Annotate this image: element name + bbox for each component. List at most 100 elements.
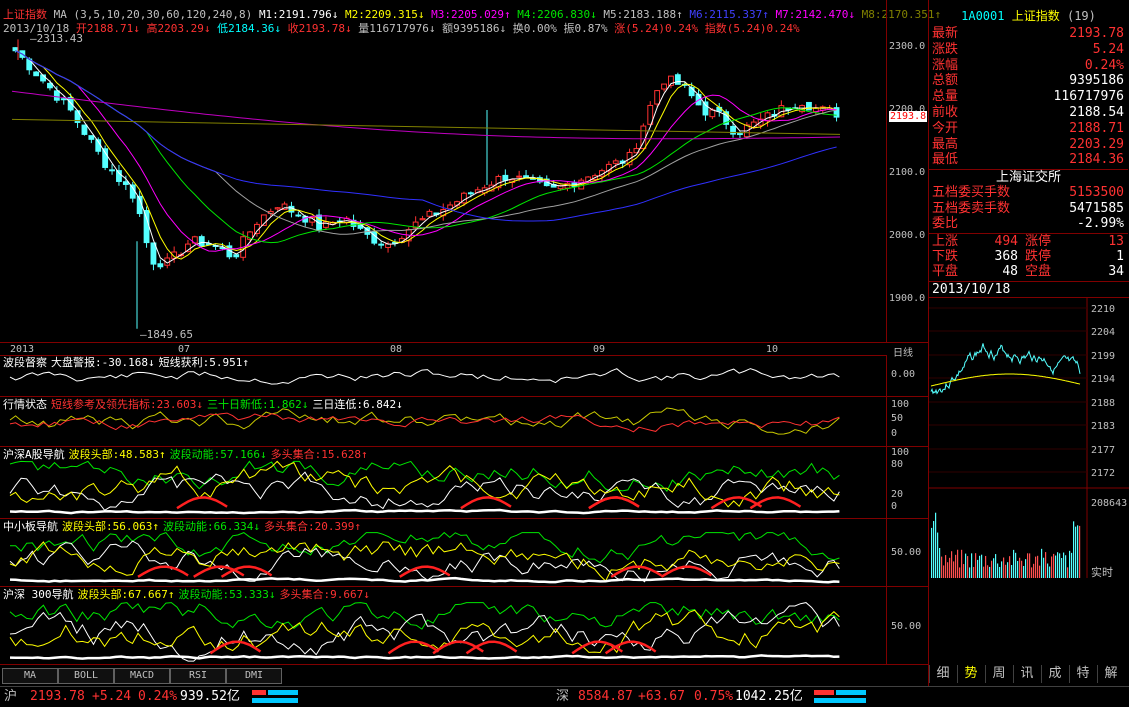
sz-bar <box>814 690 834 695</box>
volume-bar <box>1045 552 1047 578</box>
x-tick: 08 <box>390 344 403 355</box>
volume-bar <box>1067 567 1069 578</box>
volume-bar <box>1051 556 1053 578</box>
candle <box>674 72 681 85</box>
volume-bar <box>949 557 951 578</box>
volume-bar <box>1023 565 1025 578</box>
quote-key: 总量 <box>932 89 959 105</box>
tab-macd[interactable]: MACD <box>114 668 170 684</box>
candle <box>833 103 840 122</box>
avg-line <box>930 373 1081 387</box>
mini-y-tick: 2210 <box>1091 304 1115 315</box>
volume-bar <box>1007 562 1009 578</box>
quote-key: 总额 <box>932 73 959 89</box>
candle <box>157 259 164 270</box>
panel-tab[interactable]: 势 <box>957 665 984 683</box>
quote-key: 今开 <box>932 120 959 136</box>
exchange-name: 上海证交所 <box>929 169 1128 185</box>
candle <box>116 164 122 186</box>
quote-row: 总额 9395186 <box>929 73 1128 88</box>
y-tick: 80 <box>891 459 904 470</box>
price-line <box>930 343 1081 395</box>
volume-bar <box>1029 553 1031 578</box>
quote-value: 2184.36 <box>1069 152 1124 168</box>
indicator-pane[interactable]: 沪深 300导航 波段头部:67.667↑ 波段动能:53.333↓ 多头集合:9.6… <box>0 587 886 665</box>
volume-bar <box>1003 557 1005 578</box>
kline-pane[interactable]: 上证指数 MA (3,5,10,20,30,60,120,240,8) M1:2… <box>0 0 941 356</box>
candle <box>523 170 529 178</box>
panel-tab[interactable]: 解 <box>1097 665 1124 683</box>
quote-value: 9395186 <box>1069 73 1124 89</box>
indicator-plot <box>9 602 840 662</box>
panel-tab[interactable]: 特 <box>1069 665 1096 683</box>
volume-bar <box>1061 558 1063 578</box>
volume-bar <box>1069 550 1071 578</box>
tab-rsi[interactable]: RSI <box>170 668 226 684</box>
indicator-y-axis: 100 50 0 <box>886 397 929 447</box>
breadth-key: 跌停 <box>1025 248 1052 264</box>
volume-bar <box>1065 555 1067 578</box>
volume-bar <box>961 549 963 578</box>
breadth-key: 上涨 <box>932 234 959 249</box>
indicator-y-axis: 50.00 <box>886 519 929 587</box>
candle <box>812 104 819 116</box>
candle <box>53 86 60 104</box>
order-key: 五档委卖手数 <box>932 200 1011 216</box>
mini-vol-label: 208643 <box>1091 498 1127 509</box>
tab-ma[interactable]: MA <box>2 668 58 684</box>
quote-key: 涨跌 <box>932 41 959 57</box>
indicator-pane[interactable]: 波段督察 大盘警报:-30.168↓ 短线获利:5.951↑ <box>0 355 886 397</box>
tab-boll[interactable]: BOLL <box>58 668 114 684</box>
volume-bar <box>931 527 933 578</box>
volume-bar <box>951 551 953 578</box>
indicator-pane[interactable]: 行情状态 短线参考及领先指标:23.603↓ 三十日新低:1.862↓ 三日连低:6.… <box>0 397 886 447</box>
order-value: -2.99% <box>1077 216 1124 231</box>
volume-bar <box>987 565 989 578</box>
breadth-row: 下跌 368 跌停 1 <box>929 249 1128 264</box>
y-tick: 50.00 <box>891 621 922 632</box>
indicator-pane[interactable]: 中小板导航 波段头部:56.063↑ 波段动能:66.334↓ 多头集合:20.399… <box>0 519 886 587</box>
sh-amount: 939.52亿 <box>180 689 240 704</box>
volume-bar <box>995 554 997 578</box>
indicator-plot <box>9 460 840 515</box>
quote-value: 2193.78 <box>1069 26 1124 41</box>
quote-panel: 1A0001 上证指数 (19) 最新 2193.78 涨跌 5.24 涨幅 0.24% 总… <box>928 0 1129 686</box>
volume-bar <box>1037 555 1039 578</box>
candle <box>198 234 205 247</box>
bull-segment <box>604 640 657 655</box>
breadth-value: 368 <box>994 248 1018 264</box>
y-tick: 1900.0 <box>889 293 926 304</box>
candlestick-chart[interactable] <box>0 0 886 340</box>
tab-dmi[interactable]: DMI <box>226 668 282 684</box>
breadth-key: 涨停 <box>1025 234 1052 249</box>
volume-bar <box>979 555 981 578</box>
stock-code: 1A0001 <box>961 9 1005 23</box>
volume-bar <box>1059 553 1061 578</box>
volume-bar <box>959 567 961 578</box>
volume-bar <box>1047 563 1049 578</box>
panel-tab[interactable]: 周 <box>985 665 1012 683</box>
mini-y-tick: 2183 <box>1091 421 1115 432</box>
quote-key: 最高 <box>932 136 959 152</box>
indicator-y-axis: 0.00 <box>886 355 929 397</box>
y-tick: 0 <box>891 501 898 512</box>
panel-tab[interactable]: 讯 <box>1013 665 1040 683</box>
quote-row: 涨幅 0.24% <box>929 58 1128 73</box>
panel-tab[interactable]: 成 <box>1041 665 1068 683</box>
candle <box>819 105 826 114</box>
sz-bar <box>836 690 866 695</box>
x-tick: 10 <box>766 344 779 355</box>
bull-segment <box>176 496 228 510</box>
y-tick: 20 <box>891 489 904 500</box>
volume-bar <box>975 553 977 578</box>
intraday-chart[interactable]: 2210 2204 2199 2194 2188 2183 2177 2172 208643 实时 <box>929 298 1129 578</box>
indicator-pane[interactable]: 沪深A股导航 波段头部:48.583↑ 波段动能:57.166↓ 多头集合:15.62… <box>0 447 886 519</box>
quote-value: 2188.54 <box>1069 105 1124 120</box>
mini-realtime-label: 实时 <box>1091 565 1113 578</box>
y-tick: 2300.0 <box>889 41 926 52</box>
panel-tab[interactable]: 细 <box>929 665 956 683</box>
indicator-line <box>9 609 840 654</box>
volume-bar <box>1039 565 1041 578</box>
order-row: 五档委卖手数 5471585 <box>929 201 1128 216</box>
status-bar: 沪 2193.78 +5.24 0.24% 939.52亿 深 8584.87 … <box>0 686 1129 707</box>
